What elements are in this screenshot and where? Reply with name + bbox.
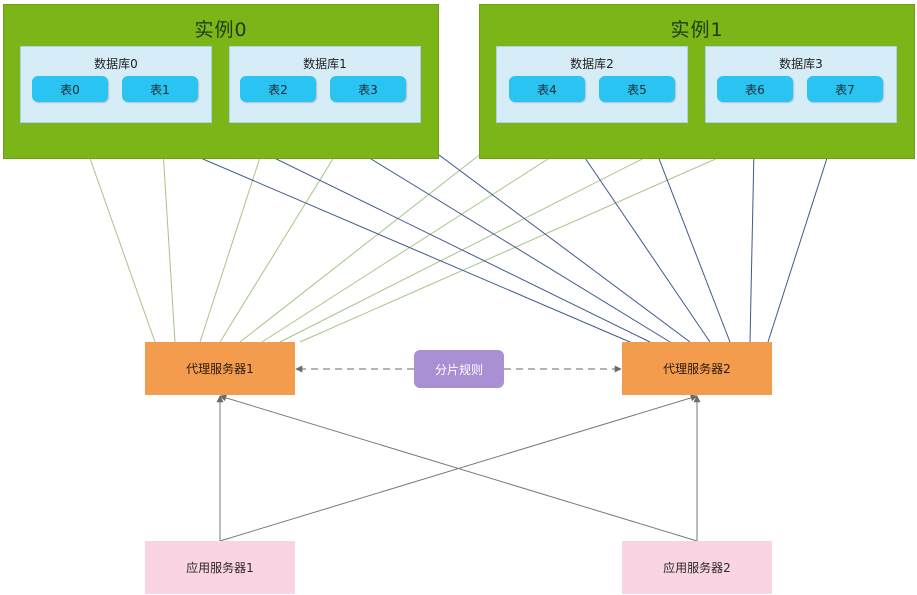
database-0-title: 数据库0 — [94, 57, 138, 71]
proxy-server-1[interactable]: 代理服务器1 — [145, 342, 295, 395]
sharding-rule[interactable]: 分片规则 — [414, 350, 504, 388]
instance-0-title: 实例0 — [194, 19, 248, 41]
table-6[interactable]: 表6 — [717, 76, 793, 102]
table-1[interactable]: 表1 — [122, 76, 198, 102]
database-2-title: 数据库2 — [570, 57, 614, 71]
table-7[interactable]: 表7 — [807, 76, 883, 102]
database-3-title: 数据库3 — [779, 57, 823, 71]
app-server-2[interactable]: 应用服务器2 — [622, 541, 772, 594]
proxy-server-2[interactable]: 代理服务器2 — [622, 342, 772, 395]
table-0[interactable]: 表0 — [32, 76, 108, 102]
table-5[interactable]: 表5 — [599, 76, 675, 102]
database-1-title: 数据库1 — [303, 57, 347, 71]
instance-1-title: 实例1 — [670, 19, 724, 41]
app-server-1[interactable]: 应用服务器1 — [145, 541, 295, 594]
table-2[interactable]: 表2 — [240, 76, 316, 102]
table-3[interactable]: 表3 — [330, 76, 406, 102]
table-4[interactable]: 表4 — [509, 76, 585, 102]
